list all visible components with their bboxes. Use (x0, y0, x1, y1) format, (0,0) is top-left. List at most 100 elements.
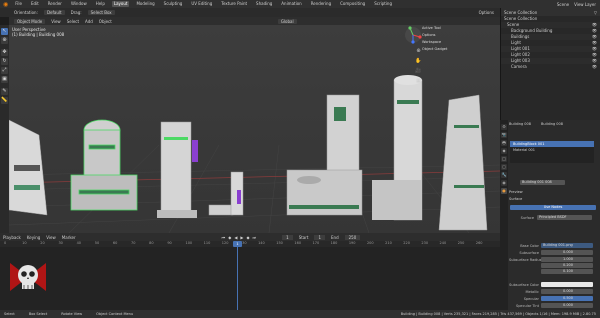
outliner-label: Camera (511, 64, 527, 69)
tab-uv-editing[interactable]: UV Editing (189, 1, 214, 7)
menu-object[interactable]: Object (99, 19, 112, 24)
tab-texture-paint[interactable]: Texture Paint (219, 1, 249, 7)
frame-tick-label: 140 (258, 241, 265, 245)
material-slot-list[interactable]: BuildingBlock 001 Material 001 (510, 141, 594, 163)
material-tab-icon[interactable]: ● (501, 188, 507, 194)
blender-logo-icon[interactable]: ◉ (3, 1, 8, 8)
orientation-dropdown[interactable]: Default (43, 10, 65, 15)
menu-keying[interactable]: Keying (27, 235, 40, 240)
menu-view[interactable]: View (46, 235, 56, 240)
physics-tab-icon[interactable]: ◉ (501, 180, 507, 186)
building-right-tower[interactable] (438, 94, 488, 231)
mode-dropdown[interactable]: Object Mode (14, 18, 46, 24)
move-tool-icon[interactable]: ✥ (1, 49, 8, 56)
zoom-icon[interactable]: ⊕ (415, 48, 422, 54)
output-tab-icon[interactable]: 🖶 (501, 140, 507, 146)
navigation-gizmo-icon[interactable] (404, 26, 422, 44)
building-dome-selected[interactable] (70, 119, 138, 211)
prev-key-icon[interactable]: ◆ (228, 235, 231, 240)
overlay-item-options[interactable]: Options (422, 32, 447, 39)
tool-tab-icon[interactable]: ⚙ (501, 124, 507, 130)
metallic-field[interactable]: 0.000 (541, 289, 593, 294)
menu-playback[interactable]: Playback (3, 235, 21, 240)
modifier-tab-icon[interactable]: 🔧 (501, 172, 507, 178)
specular-tint-field[interactable]: 0.000 (541, 303, 593, 308)
building-small[interactable] (208, 171, 244, 216)
material-slot[interactable]: Material 001 (510, 147, 594, 153)
subsurface-field[interactable]: 0.000 (541, 250, 593, 255)
menu-help[interactable]: Help (94, 1, 107, 7)
scale-tool-icon[interactable]: ⤢ (1, 67, 8, 74)
drag-dropdown[interactable]: Select Box (87, 10, 115, 15)
play-icon[interactable]: ▶ (240, 235, 243, 240)
overlay-item-active-tool[interactable]: Active Tool (422, 25, 447, 32)
world-tab-icon[interactable]: ◯ (501, 156, 507, 162)
base-color-field[interactable]: Building 001.png (541, 243, 593, 248)
current-frame-field[interactable]: 1 (282, 234, 293, 240)
subsurface-radius-x-field[interactable]: 1.000 (541, 257, 593, 262)
surface-shader-field[interactable]: Principled BSDF (537, 215, 592, 220)
tab-layout[interactable]: Layout (111, 1, 130, 7)
preview-section-label[interactable]: Preview (509, 190, 523, 194)
visibility-eye-icon[interactable]: 👁 (592, 64, 597, 70)
tab-rendering[interactable]: Rendering (309, 1, 333, 7)
menu-view[interactable]: View (51, 19, 61, 24)
annotate-tool-icon[interactable]: ✎ (1, 88, 8, 95)
subsurface-color-swatch[interactable] (541, 282, 593, 287)
jump-start-icon[interactable]: ⏮ (222, 235, 226, 240)
material-name-field[interactable]: Building 001 008 (520, 180, 565, 185)
end-frame-field[interactable]: 250 (344, 234, 361, 240)
tab-modeling[interactable]: Modeling (134, 1, 156, 7)
object-tab-icon[interactable]: ▢ (501, 164, 507, 170)
tab-animation[interactable]: Animation (279, 1, 303, 7)
playhead[interactable]: 1 (233, 241, 242, 247)
scene-selector[interactable]: Scene (557, 2, 569, 7)
menu-file[interactable]: File (13, 1, 24, 7)
subsurface-radius-z-field[interactable]: 0.100 (541, 269, 593, 274)
frame-ruler[interactable]: 0 10 20 30 40 50 60 70 80 90 100 110 120 130 140 150 160… (0, 241, 500, 247)
transform-tool-icon[interactable]: ▣ (1, 76, 8, 83)
outliner-row[interactable]: Camera 👁 (501, 64, 600, 70)
jump-end-icon[interactable]: ⏭ (253, 235, 257, 240)
tab-scripting[interactable]: Scripting (372, 1, 394, 7)
rotate-tool-icon[interactable]: ↻ (1, 58, 8, 65)
cursor-tool-icon[interactable]: ⊕ (1, 37, 8, 44)
overlay-item-object-gadget[interactable]: Object Gadget (422, 46, 447, 53)
select-tool-icon[interactable]: ↖ (1, 28, 8, 35)
menu-marker[interactable]: Marker (62, 235, 76, 240)
render-tab-icon[interactable]: 📷 (501, 132, 507, 138)
3d-viewport[interactable] (9, 25, 500, 233)
surface-section-label[interactable]: Surface (509, 197, 522, 201)
options-dropdown[interactable]: Options (479, 10, 494, 15)
menu-window[interactable]: Window (69, 1, 89, 7)
scene-tab-icon[interactable]: ◆ (501, 148, 507, 154)
tab-compositing[interactable]: Compositing (338, 1, 367, 7)
subsurface-radius-y-field[interactable]: 0.200 (541, 263, 593, 268)
tab-sculpting[interactable]: Sculpting (162, 1, 185, 7)
building-left[interactable] (9, 119, 48, 216)
building-platform[interactable] (286, 94, 363, 216)
menu-edit[interactable]: Edit (29, 1, 41, 7)
grid-view-icon[interactable]: ▦ (415, 78, 422, 84)
building-purple-tower[interactable] (157, 121, 198, 218)
measure-tool-icon[interactable]: 📏 (1, 97, 8, 104)
next-key-icon[interactable]: ◆ (246, 235, 249, 240)
tab-shading[interactable]: Shading (254, 1, 274, 7)
menu-add[interactable]: Add (85, 19, 93, 24)
menu-select[interactable]: Select (67, 19, 79, 24)
use-nodes-button[interactable]: Use Nodes (510, 205, 596, 210)
start-frame-field[interactable]: 1 (314, 234, 326, 240)
viewport-header: Object Mode View Select Add Object Globa… (9, 17, 500, 25)
play-reverse-icon[interactable]: ◀ (234, 235, 237, 240)
menu-render[interactable]: Render (46, 1, 64, 7)
specular-field[interactable]: 0.500 (541, 296, 593, 301)
camera-icon[interactable]: 🎥 (415, 68, 422, 74)
filter-icon[interactable]: ▽ (594, 10, 597, 15)
tool-shelf: ↖ ⊕ ✥ ↻ ⤢ ▣ ✎ 📏 (0, 25, 9, 233)
building-tall-tower[interactable] (372, 75, 423, 221)
view-layer-selector[interactable]: View Layer (574, 2, 596, 7)
transform-orientation-dropdown[interactable]: Global (277, 18, 297, 24)
overlay-item-workspace[interactable]: Workspace (422, 39, 447, 46)
pan-hand-icon[interactable]: ✋ (415, 58, 422, 64)
field-label: Subsurface (519, 251, 539, 255)
